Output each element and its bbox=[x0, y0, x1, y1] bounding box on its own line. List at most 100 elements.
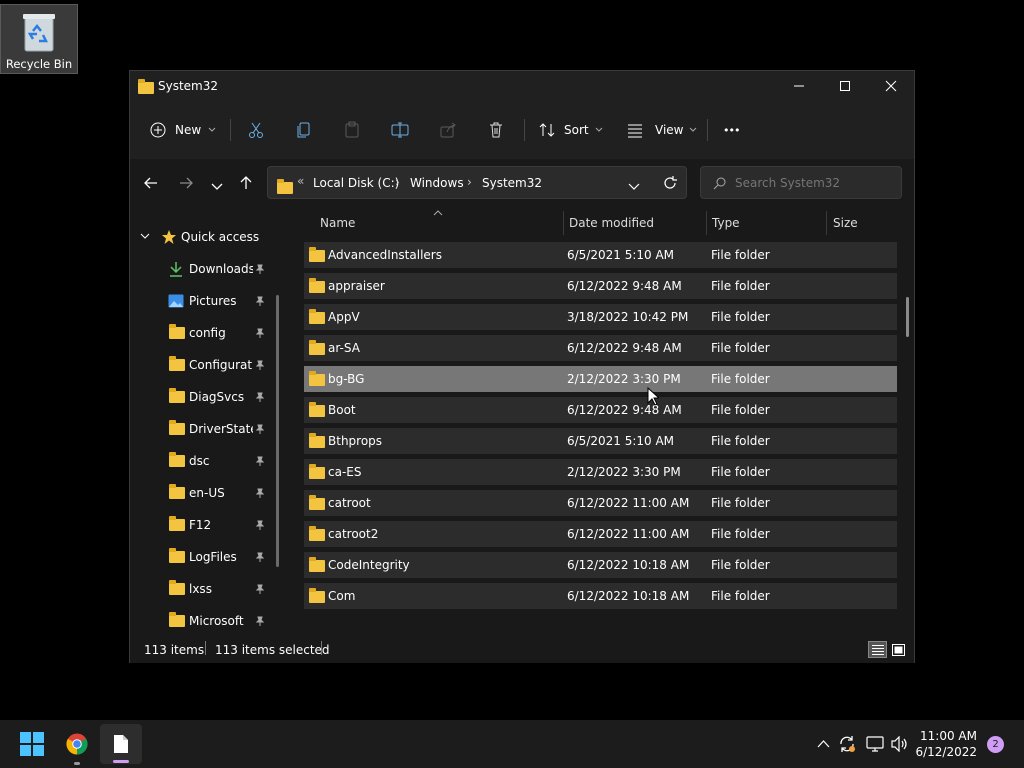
file-row[interactable]: Com 6/12/2022 10:18 AM File folder bbox=[304, 583, 897, 609]
details-view-icon bbox=[871, 645, 884, 655]
minimize-button[interactable] bbox=[776, 71, 822, 101]
nav-item[interactable]: LogFiles bbox=[130, 541, 278, 573]
refresh-button[interactable] bbox=[663, 175, 677, 194]
nav-item-label: Pictures bbox=[189, 294, 237, 308]
file-date: 6/12/2022 11:00 AM bbox=[567, 527, 690, 541]
file-row[interactable]: CodeIntegrity 6/12/2022 10:18 AM File fold… bbox=[304, 552, 897, 578]
column-header-name[interactable]: Name bbox=[320, 205, 355, 241]
nav-item[interactable]: DiagSvcs bbox=[130, 381, 278, 413]
column-header-type[interactable]: Type bbox=[712, 205, 740, 241]
pin-icon bbox=[255, 456, 265, 466]
file-type: File folder bbox=[711, 279, 770, 293]
view-list-icon bbox=[628, 124, 642, 138]
share-button[interactable] bbox=[439, 114, 457, 146]
recycle-bin-label: Recycle Bin bbox=[5, 57, 73, 71]
nav-item[interactable]: lxss bbox=[130, 573, 278, 605]
file-name: ca-ES bbox=[328, 465, 362, 479]
notification-badge[interactable]: 2 bbox=[987, 736, 1004, 753]
breadcrumb-windows[interactable]: Windows bbox=[410, 176, 464, 190]
close-button[interactable] bbox=[868, 71, 914, 101]
navigation-pane: Quick access Downloads Pictures config Conf… bbox=[130, 205, 280, 635]
file-type: File folder bbox=[711, 496, 770, 510]
folder-icon bbox=[169, 548, 185, 563]
file-row[interactable]: AdvancedInstallers 6/5/2021 5:10 AM File f… bbox=[304, 242, 897, 268]
nav-item-label: F12 bbox=[189, 518, 212, 532]
chevron-down-icon bbox=[140, 233, 150, 239]
up-button[interactable] bbox=[239, 175, 253, 194]
address-bar[interactable]: « Local Disk (C:) › Windows › System32 bbox=[267, 166, 687, 199]
file-row[interactable]: bg-BG 2/12/2022 3:30 PM File folder bbox=[304, 366, 897, 392]
nav-scrollbar[interactable] bbox=[276, 295, 279, 567]
nav-item[interactable]: Pictures bbox=[130, 285, 278, 317]
tiles-view-button[interactable] bbox=[890, 641, 907, 658]
address-dropdown-button[interactable] bbox=[628, 177, 640, 196]
nav-item[interactable]: F12 bbox=[130, 509, 278, 541]
file-row[interactable]: catroot2 6/12/2022 11:00 AM File folder bbox=[304, 521, 897, 547]
delete-button[interactable] bbox=[487, 114, 505, 146]
nav-item[interactable]: config bbox=[130, 317, 278, 349]
folder-icon bbox=[309, 495, 325, 510]
file-row[interactable]: catroot 6/12/2022 11:00 AM File folder bbox=[304, 490, 897, 516]
folder-icon bbox=[309, 526, 325, 541]
nav-item[interactable]: Downloads bbox=[130, 253, 278, 285]
recent-locations-button[interactable] bbox=[211, 177, 223, 196]
file-name: catroot2 bbox=[328, 527, 379, 541]
file-row[interactable]: ca-ES 2/12/2022 3:30 PM File folder bbox=[304, 459, 897, 485]
chevron-up-icon bbox=[817, 740, 830, 748]
breadcrumb-system32[interactable]: System32 bbox=[482, 176, 542, 190]
paste-button[interactable] bbox=[343, 114, 361, 146]
more-options-button[interactable]: ••• bbox=[723, 114, 740, 146]
forward-button[interactable] bbox=[179, 175, 193, 194]
clock[interactable]: 11:00 AM 6/12/2022 bbox=[910, 728, 977, 760]
file-row[interactable]: Boot 6/12/2022 9:48 AM File folder bbox=[304, 397, 897, 423]
pin-icon bbox=[255, 264, 265, 274]
title-bar[interactable]: System32 bbox=[130, 71, 914, 101]
search-input[interactable] bbox=[735, 173, 895, 193]
nav-quick-access[interactable]: Quick access bbox=[130, 221, 278, 253]
file-row[interactable]: AppV 3/18/2022 10:42 PM File folder bbox=[304, 304, 897, 330]
recycle-bin-desktop-icon[interactable]: Recycle Bin bbox=[0, 4, 78, 74]
start-button[interactable] bbox=[12, 720, 52, 768]
cut-button[interactable] bbox=[247, 114, 265, 146]
file-row[interactable]: Bthprops 6/5/2021 5:10 AM File folder bbox=[304, 428, 897, 454]
nav-item-label: DriverState bbox=[189, 422, 253, 436]
copy-button[interactable] bbox=[295, 114, 313, 146]
file-name: appraiser bbox=[328, 279, 385, 293]
rename-button[interactable] bbox=[391, 114, 409, 146]
column-header-size[interactable]: Size bbox=[833, 205, 858, 241]
file-type: File folder bbox=[711, 403, 770, 417]
sort-label: Sort bbox=[564, 123, 589, 137]
new-button[interactable]: New bbox=[150, 114, 217, 146]
column-header-date[interactable]: Date modified bbox=[569, 205, 654, 241]
file-date: 2/12/2022 3:30 PM bbox=[567, 372, 681, 386]
file-name: ar-SA bbox=[328, 341, 360, 355]
nav-item[interactable]: Microsoft bbox=[130, 605, 278, 635]
folder-icon bbox=[309, 402, 325, 417]
file-row[interactable]: ar-SA 6/12/2022 9:48 AM File folder bbox=[304, 335, 897, 361]
back-button[interactable] bbox=[144, 175, 158, 194]
pin-icon bbox=[255, 616, 265, 626]
nav-item[interactable]: dsc bbox=[130, 445, 278, 477]
tiles-view-icon bbox=[892, 643, 905, 656]
breadcrumb-local-disk[interactable]: Local Disk (C:) bbox=[313, 176, 399, 190]
search-box[interactable] bbox=[700, 166, 902, 199]
clock-date: 6/12/2022 bbox=[915, 745, 977, 759]
item-count: 113 items bbox=[144, 643, 205, 657]
sort-button[interactable]: Sort bbox=[539, 114, 604, 146]
file-name: bg-BG bbox=[328, 372, 365, 386]
maximize-button[interactable] bbox=[822, 71, 868, 101]
chrome-taskbar-button[interactable] bbox=[56, 720, 98, 768]
nav-item[interactable]: DriverState bbox=[130, 413, 278, 445]
folder-icon bbox=[309, 464, 325, 479]
nav-item[interactable]: Configuratic bbox=[130, 349, 278, 381]
overflow-chevron[interactable]: « bbox=[297, 174, 304, 188]
status-bar: 113 items 113 items selected bbox=[130, 635, 914, 663]
new-label: New bbox=[175, 123, 202, 137]
file-explorer-taskbar-button[interactable] bbox=[100, 724, 142, 764]
close-icon bbox=[885, 80, 897, 92]
details-view-button[interactable] bbox=[868, 641, 887, 658]
vertical-scrollbar[interactable] bbox=[906, 297, 909, 337]
view-button[interactable]: View bbox=[627, 114, 698, 146]
nav-item[interactable]: en-US bbox=[130, 477, 278, 509]
file-row[interactable]: appraiser 6/12/2022 9:48 AM File folder bbox=[304, 273, 897, 299]
